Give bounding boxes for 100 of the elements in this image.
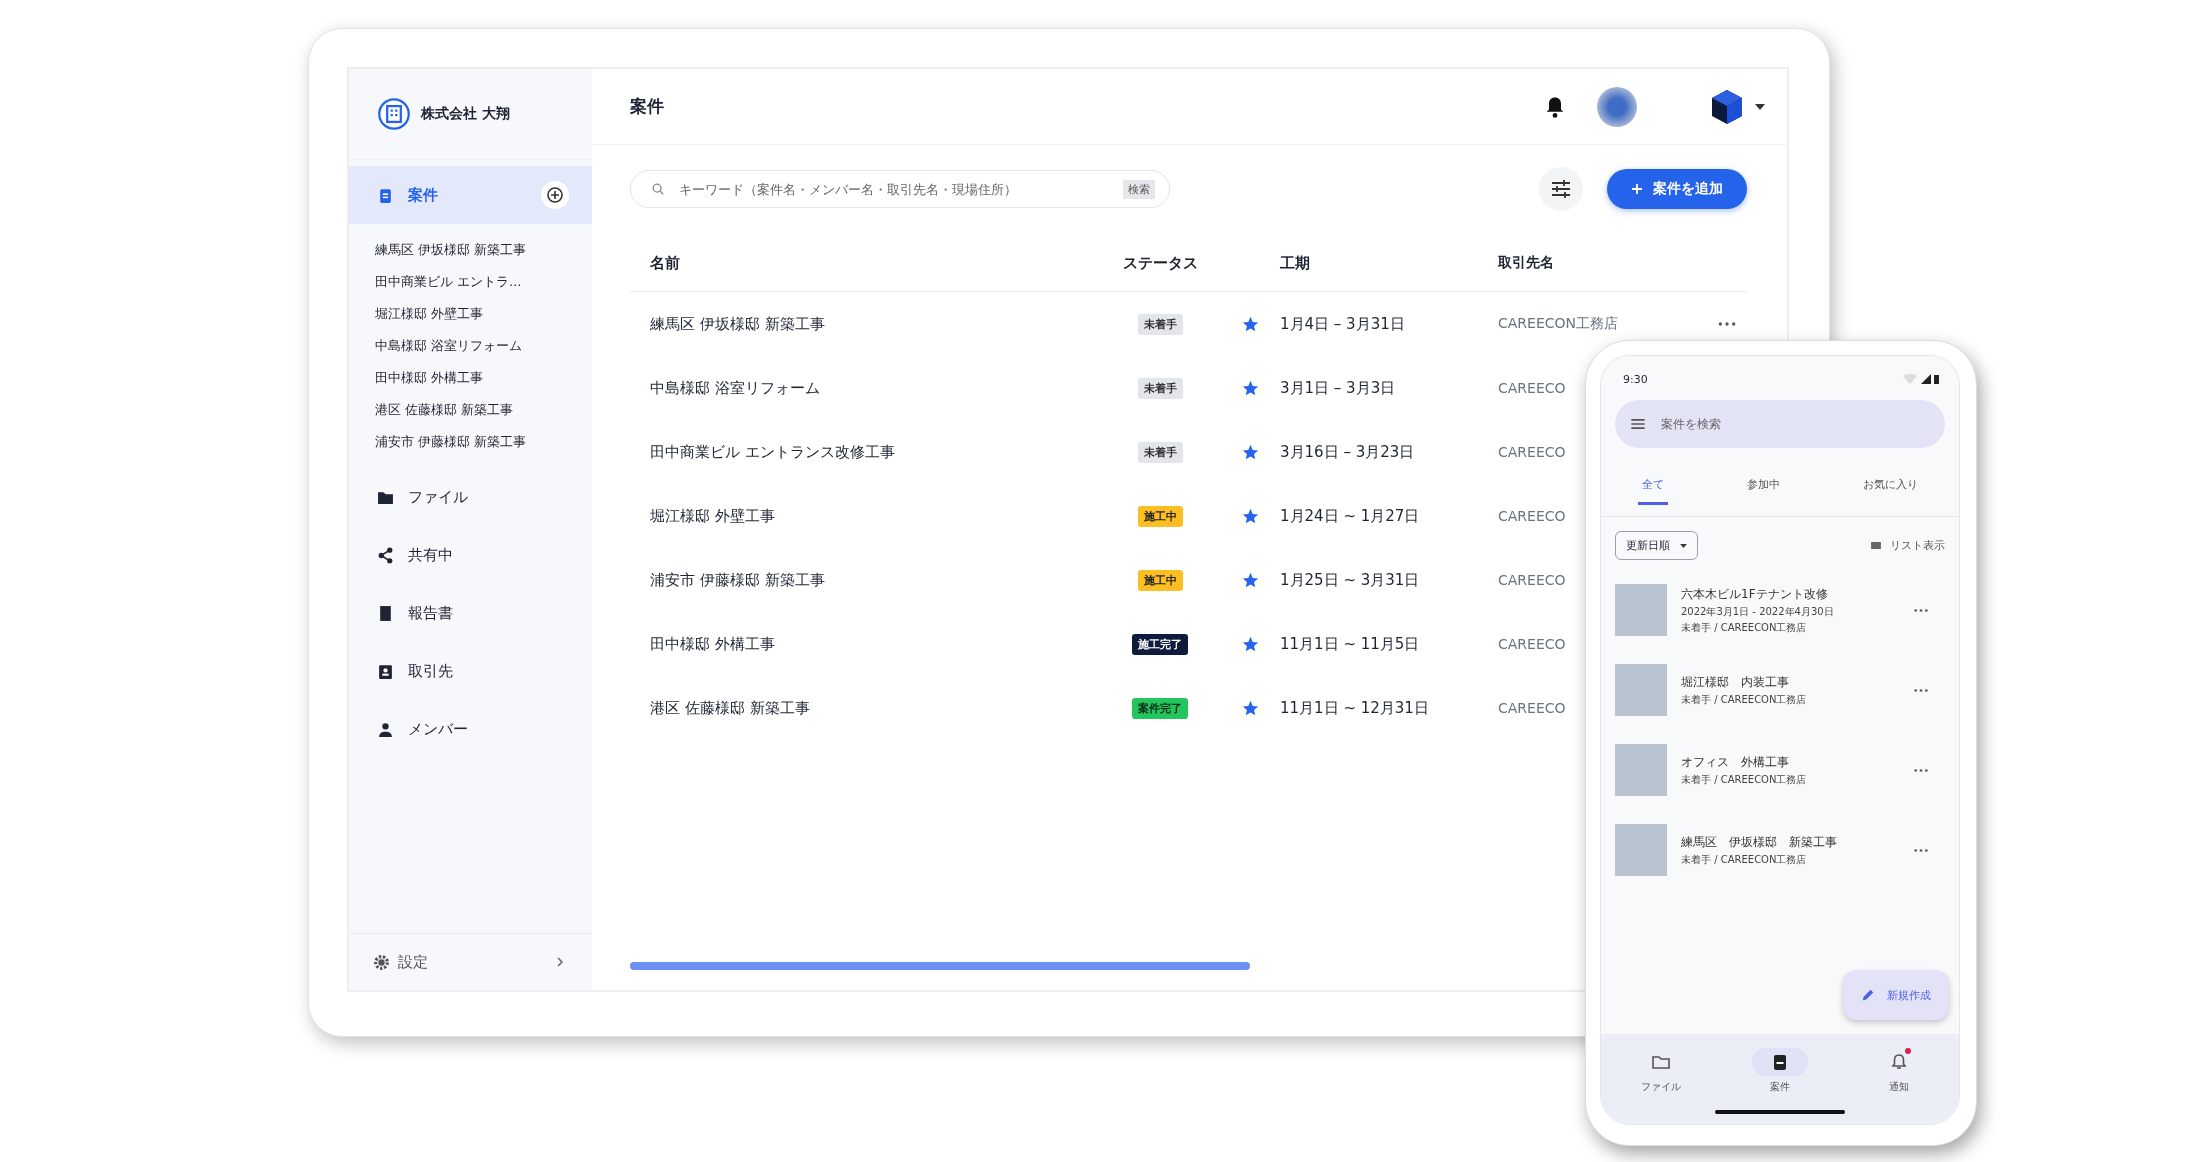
add-circle-icon[interactable] bbox=[540, 180, 570, 210]
project-name[interactable]: 練馬区 伊坂様邸 新築工事 bbox=[630, 314, 1090, 334]
project-name[interactable]: 中島様邸 浴室リフォーム bbox=[630, 378, 1090, 398]
horizontal-scrollbar[interactable] bbox=[630, 962, 1250, 970]
bottom-nav-item[interactable]: ファイル bbox=[1632, 1048, 1689, 1094]
status-badge: 未着手 bbox=[1137, 313, 1183, 335]
more-icon[interactable] bbox=[1913, 687, 1929, 693]
more-icon[interactable] bbox=[1913, 767, 1929, 773]
page-title: 案件 bbox=[630, 95, 664, 118]
chevron-right-icon[interactable] bbox=[556, 956, 564, 968]
clipboard-icon bbox=[377, 186, 394, 204]
project-meta: 未着手 / CAREECON工務店 bbox=[1681, 692, 1808, 707]
status-badge: 案件完了 bbox=[1132, 697, 1188, 719]
project-link[interactable]: 港区 佐藤様邸 新築工事 bbox=[375, 394, 592, 426]
column-header: 取引先名 bbox=[1498, 254, 1554, 272]
period-text: 1月4日 – 3月31日 bbox=[1279, 314, 1406, 334]
photo-placeholder bbox=[1615, 584, 1667, 636]
settings-icon bbox=[373, 953, 390, 971]
client-name: CAREECO bbox=[1498, 508, 1566, 524]
client-name: CAREECO bbox=[1498, 380, 1566, 396]
client-name: CAREECO bbox=[1498, 572, 1566, 588]
signal-battery-icon bbox=[1901, 373, 1941, 385]
period-text: 1月24日 ~ 1月27日 bbox=[1279, 506, 1421, 526]
project-meta: 未着手 / CAREECON工務店 bbox=[1681, 852, 1808, 867]
period-text: 3月1日 – 3月3日 bbox=[1279, 378, 1397, 398]
project-title[interactable]: 堀江様邸 内装工事 bbox=[1681, 673, 1899, 691]
client-name: CAREECON工務店 bbox=[1498, 315, 1619, 333]
star-icon[interactable] bbox=[1241, 507, 1259, 525]
share-icon bbox=[377, 546, 394, 564]
project-name[interactable]: 港区 佐藤様邸 新築工事 bbox=[630, 698, 1090, 718]
project-link[interactable]: 中島様邸 浴室リフォーム bbox=[375, 330, 592, 362]
photo-placeholder bbox=[1615, 824, 1667, 876]
period-text: 11月1日 ~ 12月31日 bbox=[1279, 698, 1430, 718]
project-link[interactable]: 練馬区 伊坂様邸 新築工事 bbox=[375, 234, 592, 266]
project-title[interactable]: 練馬区 伊坂様邸 新築工事 bbox=[1681, 833, 1899, 851]
person-icon bbox=[377, 720, 394, 738]
new-project-button[interactable]: 新規作成 bbox=[1843, 970, 1949, 1020]
caret-down-icon bbox=[1680, 543, 1687, 548]
caret-down-icon[interactable] bbox=[1755, 103, 1765, 110]
status-badge: 施工中 bbox=[1137, 505, 1183, 527]
status-badge: 施工完了 bbox=[1132, 633, 1188, 655]
building-logo-icon bbox=[377, 97, 411, 131]
more-icon[interactable] bbox=[1913, 847, 1929, 853]
plus-icon bbox=[1631, 183, 1643, 195]
project-link[interactable]: 田中様邸 外構工事 bbox=[375, 362, 592, 394]
column-header: 名前 bbox=[649, 253, 681, 273]
star-icon[interactable] bbox=[1241, 571, 1259, 589]
sidebar-item[interactable]: 共有中 bbox=[349, 526, 592, 584]
settings-link[interactable]: 設定 bbox=[398, 952, 428, 972]
project-meta: 未着手 / CAREECON工務店 bbox=[1681, 772, 1808, 787]
more-icon[interactable] bbox=[1717, 321, 1737, 327]
more-icon[interactable] bbox=[1913, 607, 1929, 613]
project-name[interactable]: 浦安市 伊藤様邸 新築工事 bbox=[630, 570, 1090, 590]
menu-icon[interactable] bbox=[1631, 419, 1645, 429]
project-title[interactable]: オフィス 外構工事 bbox=[1681, 753, 1899, 771]
star-icon[interactable] bbox=[1241, 635, 1259, 653]
search-field[interactable]: キーワード（案件名・メンバー名・取引先名・現場住所） 検索 bbox=[630, 170, 1170, 208]
search-icon bbox=[651, 182, 665, 196]
project-name[interactable]: 田中商業ビル エントランス改修工事 bbox=[630, 442, 1090, 462]
project-meta: 未着手 / CAREECON工務店 bbox=[1681, 620, 1808, 635]
photo-placeholder bbox=[1615, 744, 1667, 796]
list-view-icon[interactable] bbox=[1870, 542, 1882, 549]
client-name: CAREECO bbox=[1498, 700, 1566, 716]
status-badge: 未着手 bbox=[1137, 441, 1183, 463]
bottom-nav-item[interactable]: 通知 bbox=[1871, 1048, 1928, 1094]
project-dates: 2022年3月1日 - 2022年4月30日 bbox=[1681, 604, 1835, 619]
project-link[interactable]: 堀江様邸 外壁工事 bbox=[375, 298, 592, 330]
filter-sliders-icon[interactable] bbox=[1539, 167, 1583, 211]
project-name[interactable]: 堀江様邸 外壁工事 bbox=[630, 506, 1090, 526]
tab[interactable]: 参加中 bbox=[1743, 467, 1784, 505]
badge-icon bbox=[377, 662, 394, 680]
project-link[interactable]: 田中商業ビル エントラ… bbox=[375, 266, 592, 298]
client-name: CAREECO bbox=[1498, 636, 1566, 652]
project-name[interactable]: 田中様邸 外構工事 bbox=[630, 634, 1090, 654]
star-icon[interactable] bbox=[1241, 443, 1259, 461]
search-chip[interactable]: 検索 bbox=[1123, 179, 1155, 199]
avatar[interactable] bbox=[1597, 86, 1637, 127]
sidebar-item[interactable]: メンバー bbox=[349, 700, 592, 758]
column-header: ステータス bbox=[1121, 253, 1199, 273]
column-header: 工期 bbox=[1279, 253, 1311, 273]
tab[interactable]: お気に入り bbox=[1858, 467, 1922, 505]
star-icon[interactable] bbox=[1241, 699, 1259, 717]
pencil-icon bbox=[1861, 988, 1875, 1002]
period-text: 3月16日 – 3月23日 bbox=[1279, 442, 1416, 462]
period-text: 1月25日 ~ 3月31日 bbox=[1279, 570, 1421, 590]
star-icon[interactable] bbox=[1241, 379, 1259, 397]
tab[interactable]: 全て bbox=[1638, 467, 1669, 505]
view-toggle[interactable]: リスト表示 bbox=[1890, 538, 1945, 553]
project-title[interactable]: 六本木ビル1Fテナント改修 bbox=[1681, 585, 1899, 603]
add-project-button[interactable]: 案件を追加 bbox=[1607, 169, 1747, 209]
sidebar-item[interactable]: 報告書 bbox=[349, 584, 592, 642]
sidebar-item[interactable]: ファイル bbox=[349, 468, 592, 526]
clock-time: 9:30 bbox=[1623, 372, 1648, 386]
sort-dropdown[interactable]: 更新日順 bbox=[1615, 531, 1698, 560]
star-icon[interactable] bbox=[1241, 315, 1259, 333]
search-field[interactable]: 案件を検索 bbox=[1615, 400, 1945, 448]
sidebar-item[interactable]: 案件 bbox=[349, 166, 592, 224]
status-badge: 未着手 bbox=[1137, 377, 1183, 399]
sidebar-item[interactable]: 取引先 bbox=[349, 642, 592, 700]
project-link[interactable]: 浦安市 伊藤様邸 新築工事 bbox=[375, 426, 592, 458]
